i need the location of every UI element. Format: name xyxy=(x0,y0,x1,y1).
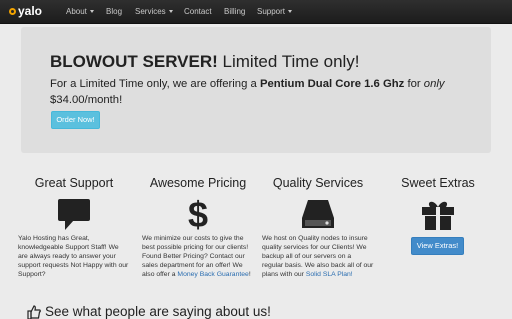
top-navbar: yalo About Blog Services Contact Billing… xyxy=(0,0,512,24)
promo-title-rest: Limited Time only! xyxy=(217,52,360,71)
promo-only: only xyxy=(423,78,445,90)
brand-name: yalo xyxy=(18,4,43,18)
feature-sweet-extras: Sweet Extras xyxy=(382,176,494,231)
chevron-down-icon xyxy=(168,10,173,14)
money-back-guarantee-link[interactable]: Money Back Guarantee xyxy=(177,271,248,278)
feature-text: We minimize our costs to give the best p… xyxy=(142,234,254,279)
promo-jumbotron: BLOWOUT SERVER! Limited Time only! For a… xyxy=(21,27,491,153)
chevron-down-icon xyxy=(89,10,94,14)
promo-cpu: Pentium Dual Core 1.6 Ghz xyxy=(259,78,405,90)
order-now-button[interactable]: Order Now! xyxy=(51,111,100,129)
nav-label: Blog xyxy=(106,7,123,16)
hard-drive-icon xyxy=(302,200,334,228)
nav-item-contact[interactable]: Contact xyxy=(184,0,212,23)
logo-ring-icon xyxy=(9,7,16,15)
feature-text: We host on Quality nodes to insure quali… xyxy=(262,234,374,279)
feature-quality-services: Quality Services We host on Quality node… xyxy=(262,176,374,279)
feature-awesome-pricing: Awesome Pricing $ We minimize our costs … xyxy=(142,176,254,279)
chevron-down-icon xyxy=(288,10,293,14)
nav-label: Contact xyxy=(184,7,212,16)
feature-title: Sweet Extras xyxy=(401,176,475,190)
dollar-icon: $ xyxy=(188,197,208,231)
brand-logo[interactable]: yalo xyxy=(9,3,42,19)
svg-text:$: $ xyxy=(188,197,208,231)
promo-text-part: for xyxy=(404,78,424,90)
promo-title: BLOWOUT SERVER! Limited Time only! xyxy=(50,52,360,72)
feature-text-end: ! xyxy=(248,271,251,278)
promo-title-bold: BLOWOUT SERVER! xyxy=(50,52,218,71)
nav-item-services[interactable]: Services xyxy=(135,0,173,23)
speech-bubble-icon xyxy=(58,199,90,230)
sla-plan-link[interactable]: Solid SLA Plan! xyxy=(306,271,353,278)
thumbs-up-icon xyxy=(27,304,41,319)
nav-label: Support xyxy=(257,7,286,16)
nav-item-blog[interactable]: Blog xyxy=(106,0,122,23)
promo-text: For a Limited Time only, we are offering… xyxy=(50,76,470,108)
nav-item-billing[interactable]: Billing xyxy=(224,0,245,23)
feature-text: Yalo Hosting has Great, knowledgeable Su… xyxy=(18,235,129,278)
testimonials-heading: See what people are saying about us! xyxy=(27,304,271,319)
view-extras-button[interactable]: View Extras! xyxy=(411,237,464,255)
gift-icon xyxy=(422,201,454,230)
nav-item-support[interactable]: Support xyxy=(257,0,293,23)
testimonials-title: See what people are saying about us! xyxy=(45,304,271,319)
feature-title: Awesome Pricing xyxy=(149,176,247,190)
promo-text-part: For a Limited Time only, we are offering… xyxy=(50,78,260,90)
promo-price: $34.00/month! xyxy=(50,94,123,106)
nav-label: Billing xyxy=(224,7,246,16)
feature-title: Great Support xyxy=(34,176,114,190)
nav-label: Services xyxy=(135,7,166,16)
feature-great-support: Great Support Yalo Hosting has Great, kn… xyxy=(18,176,130,279)
nav-label: About xyxy=(66,7,87,16)
feature-title: Quality Services xyxy=(272,176,364,190)
nav-item-about[interactable]: About xyxy=(66,0,94,23)
